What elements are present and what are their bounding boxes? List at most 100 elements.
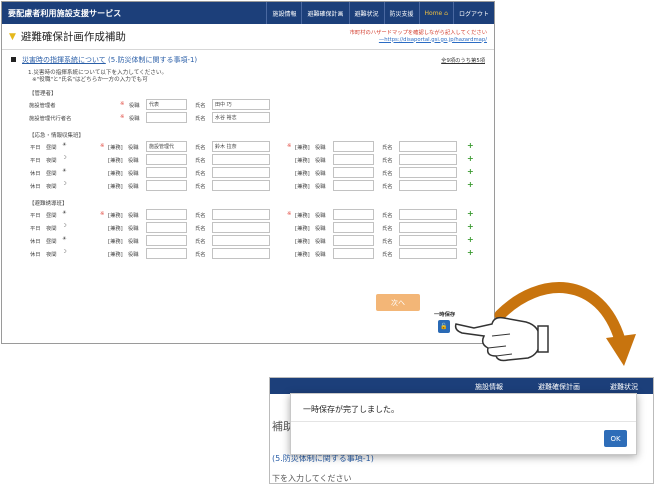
kenmu-label: [兼務] xyxy=(108,226,123,232)
yakushoku-label: 役職 xyxy=(128,226,139,232)
page-title: 避難確保計画作成補助 xyxy=(20,31,126,43)
position-input[interactable] xyxy=(146,209,187,220)
add-row-plus-icon[interactable]: + xyxy=(467,248,474,257)
position-input[interactable] xyxy=(146,235,187,246)
required-mark: ※ xyxy=(120,101,125,107)
add-row-plus-icon[interactable]: + xyxy=(467,154,474,163)
shift-row: 休日 昼間 ☀ [兼務] 役職 氏名 [兼務] 役職 氏名 + xyxy=(2,167,494,180)
add-row-plus-icon[interactable]: + xyxy=(467,209,474,218)
moon-icon: ☽ xyxy=(62,223,67,229)
kenmu-label: [兼務] xyxy=(108,239,123,245)
shift-row: 平日 夜間 ☽ [兼務] 役職 氏名 [兼務] 役職 氏名 + xyxy=(2,222,494,235)
second-position-input[interactable] xyxy=(333,180,374,191)
nav-home[interactable]: Home ⌂ xyxy=(418,2,453,24)
name-input[interactable] xyxy=(212,209,270,220)
hazard-note: 市町村のハザードマップを確認しながら記入してください xyxy=(349,29,487,36)
shift-day: 平日 xyxy=(30,145,41,151)
kenmu-label: [兼務] xyxy=(295,171,310,177)
bg-nav-facility: 施設情報 xyxy=(475,383,503,391)
second-position-input[interactable] xyxy=(333,222,374,233)
second-position-input[interactable] xyxy=(333,141,374,152)
hazard-notice: 市町村のハザードマップを確認しながら記入してください —https://disa… xyxy=(350,30,487,44)
section-link[interactable]: 災害時の指揮系統について xyxy=(22,56,106,64)
name-input[interactable] xyxy=(212,154,270,165)
sun-icon: ☀ xyxy=(62,210,67,216)
sun-icon: ☀ xyxy=(62,236,67,242)
second-position-input[interactable] xyxy=(333,235,374,246)
row-label: 施設管理代行者名 xyxy=(29,116,72,122)
add-row-plus-icon[interactable]: + xyxy=(467,141,474,150)
kenmu-label: [兼務] xyxy=(295,158,310,164)
position-input[interactable] xyxy=(146,99,187,110)
add-row-plus-icon[interactable]: + xyxy=(467,180,474,189)
name-input[interactable] xyxy=(212,248,270,259)
group-evac-label: 【避難誘導班】 xyxy=(29,201,68,207)
second-name-input[interactable] xyxy=(399,167,457,178)
name-input[interactable] xyxy=(212,112,270,123)
nav-facility-info[interactable]: 施設情報 xyxy=(266,2,301,24)
ok-button[interactable]: OK xyxy=(604,430,627,447)
name-label: 氏名 xyxy=(195,239,206,245)
name-label: 氏名 xyxy=(382,184,393,190)
dialog-message: 一時保存が完了しました。 xyxy=(303,405,399,414)
instruction-line-2: ※"役職"と"氏名"はどちらか一方の入力でも可 xyxy=(32,77,148,83)
shift-day: 休日 xyxy=(30,239,41,245)
second-position-input[interactable] xyxy=(333,154,374,165)
second-name-input[interactable] xyxy=(399,248,457,259)
position-input[interactable] xyxy=(146,112,187,123)
info-rows: 平日昼間☀※[兼務]役職氏名※[兼務]役職氏名+平日夜間☽[兼務]役職氏名[兼務… xyxy=(2,141,494,193)
position-input[interactable] xyxy=(146,180,187,191)
position-input[interactable] xyxy=(146,141,187,152)
name-label: 氏名 xyxy=(382,213,393,219)
shift-day: 平日 xyxy=(30,158,41,164)
name-input[interactable] xyxy=(212,235,270,246)
next-button[interactable]: 次へ xyxy=(376,294,420,311)
name-input[interactable] xyxy=(212,99,270,110)
nav-evacuation-plan[interactable]: 避難確保計画 xyxy=(301,2,348,24)
name-label: 氏名 xyxy=(382,252,393,258)
sun-icon: ☀ xyxy=(62,142,67,148)
bg-nav-status: 避難状況 xyxy=(610,383,638,391)
kenmu-label: [兼務] xyxy=(108,252,123,258)
shift-time: 昼間 xyxy=(46,145,57,151)
bg-nav-plan: 避難確保計画 xyxy=(538,383,580,391)
second-name-input[interactable] xyxy=(399,209,457,220)
position-input[interactable] xyxy=(146,222,187,233)
name-label: 氏名 xyxy=(382,158,393,164)
second-name-input[interactable] xyxy=(399,141,457,152)
name-input[interactable] xyxy=(212,141,270,152)
yakushoku-label: 役職 xyxy=(128,171,139,177)
required-mark: ※ xyxy=(287,143,292,149)
add-row-plus-icon[interactable]: + xyxy=(467,222,474,231)
add-row-plus-icon[interactable]: + xyxy=(467,235,474,244)
second-position-input[interactable] xyxy=(333,167,374,178)
brand-title: 要配慮者利用施設支援サービス xyxy=(8,8,122,18)
add-row-plus-icon[interactable]: + xyxy=(467,167,474,176)
name-label: 氏名 xyxy=(195,213,206,219)
yakushoku-label: 役職 xyxy=(315,226,326,232)
nav-evacuation-status[interactable]: 避難状況 xyxy=(348,2,384,24)
yakushoku-label: 役職 xyxy=(315,184,326,190)
position-input[interactable] xyxy=(146,167,187,178)
position-input[interactable] xyxy=(146,248,187,259)
second-name-input[interactable] xyxy=(399,222,457,233)
yakushoku-label: 役職 xyxy=(128,184,139,190)
second-name-input[interactable] xyxy=(399,180,457,191)
name-input[interactable] xyxy=(212,180,270,191)
nav-logout[interactable]: ログアウト xyxy=(452,2,494,24)
name-input[interactable] xyxy=(212,222,270,233)
second-position-input[interactable] xyxy=(333,209,374,220)
name-input[interactable] xyxy=(212,167,270,178)
nav-disaster-support[interactable]: 防災支援 xyxy=(383,2,419,24)
hazard-map-link[interactable]: —https://disaportal.gsi.go.jp/hazardmap/ xyxy=(379,37,487,43)
save-lock-icon[interactable]: 🔓 xyxy=(438,320,450,333)
shift-row: 休日 昼間 ☀ [兼務] 役職 氏名 [兼務] 役職 氏名 + xyxy=(2,235,494,248)
kenmu-label: [兼務] xyxy=(108,213,123,219)
second-name-input[interactable] xyxy=(399,154,457,165)
name-label: 氏名 xyxy=(195,226,206,232)
position-input[interactable] xyxy=(146,154,187,165)
second-name-input[interactable] xyxy=(399,235,457,246)
second-position-input[interactable] xyxy=(333,248,374,259)
shift-day: 平日 xyxy=(30,213,41,219)
name-label: 氏名 xyxy=(195,103,206,109)
